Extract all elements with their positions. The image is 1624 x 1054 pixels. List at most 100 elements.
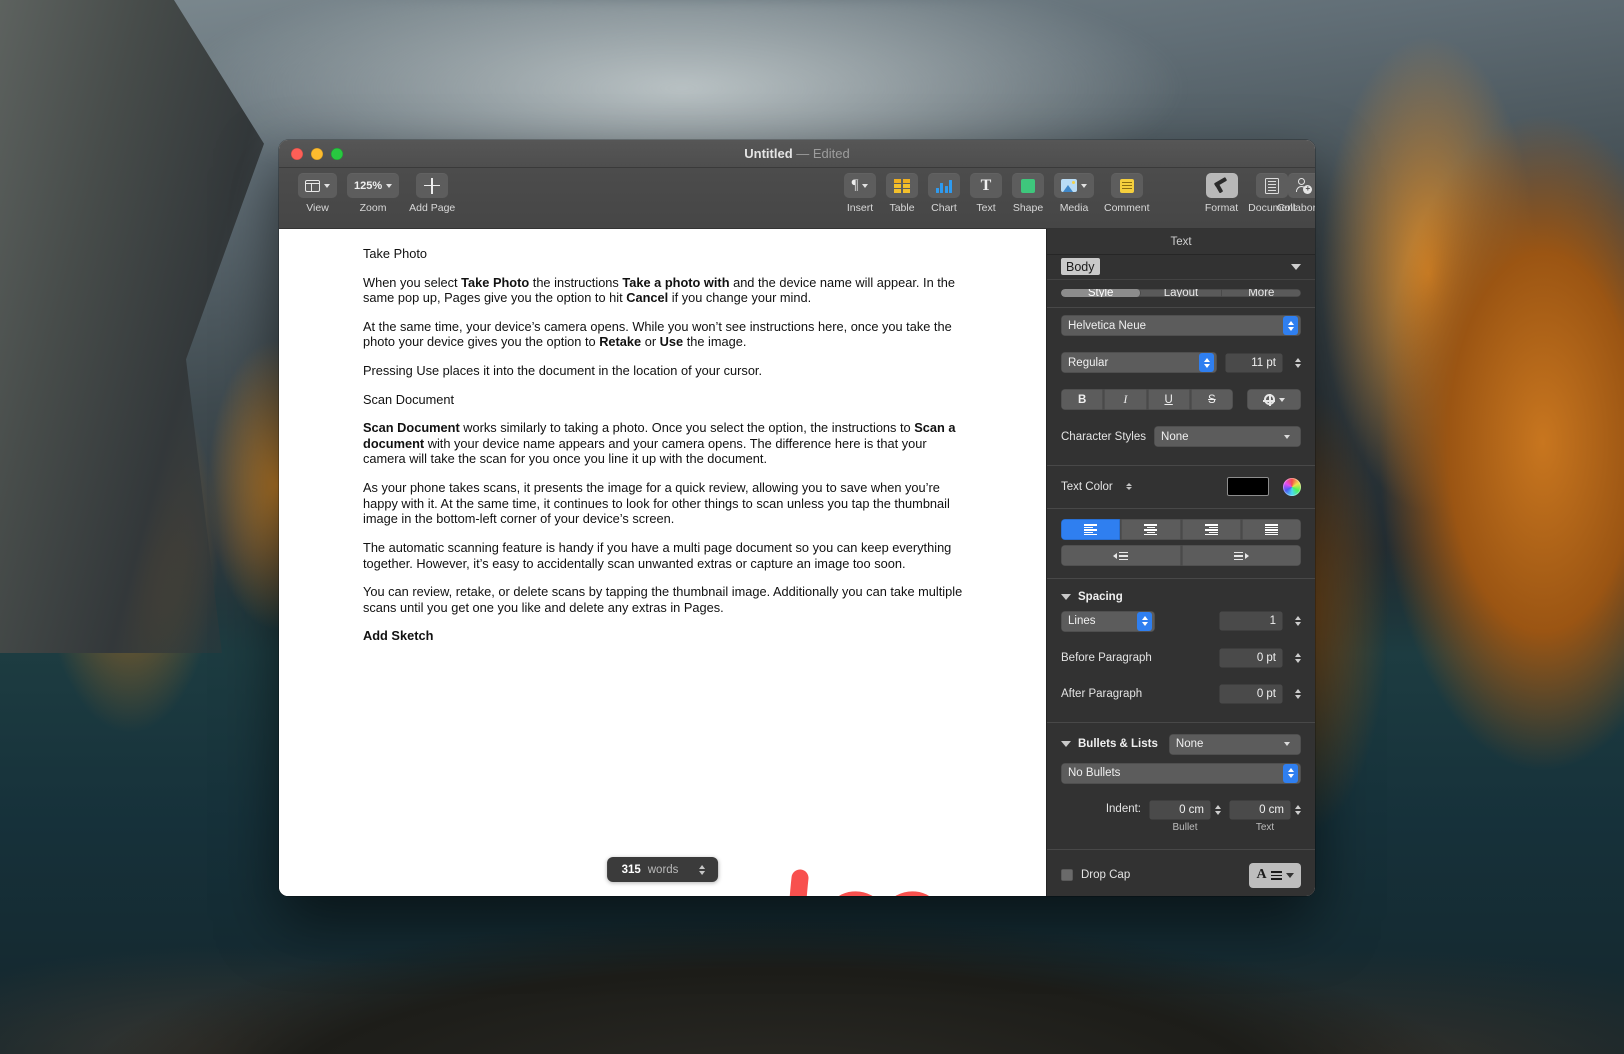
text-color-swatch[interactable] [1227, 477, 1269, 496]
bullets-title: Bullets & Lists [1078, 738, 1158, 750]
text-indent-value: 0 cm [1259, 804, 1284, 816]
toolbar-table-item[interactable]: Table [886, 173, 918, 214]
font-size-stepper[interactable] [1295, 358, 1301, 368]
table-button[interactable] [886, 173, 918, 198]
strikethrough-button[interactable]: S [1191, 389, 1233, 410]
maximize-button[interactable] [331, 148, 343, 160]
bar-chart-icon [936, 179, 952, 193]
paragraph-style-row[interactable]: Body [1047, 255, 1315, 279]
insert-button[interactable]: ¶ [844, 173, 876, 198]
comment-button[interactable] [1111, 173, 1143, 198]
document-text[interactable]: Take PhotoWhen you select Take Photo the… [279, 229, 1046, 644]
align-left-button[interactable] [1061, 519, 1121, 540]
tab-more[interactable]: More [1222, 289, 1301, 297]
spacing-group-header[interactable]: Spacing [1061, 591, 1301, 603]
text-color-row: Text Color [1061, 477, 1301, 496]
bullets-type-select[interactable]: No Bullets [1061, 763, 1301, 784]
comment-label: Comment [1104, 202, 1150, 214]
character-styles-select[interactable]: None [1154, 426, 1301, 447]
toolbar-document-item[interactable]: Document [1248, 173, 1296, 214]
text-options-button[interactable] [1247, 389, 1301, 410]
window-controls [291, 148, 343, 160]
line-spacing-number: 1 [1270, 615, 1276, 627]
before-paragraph-stepper[interactable] [1295, 653, 1301, 663]
document-icon [1265, 178, 1279, 194]
chevron-down-icon [1286, 873, 1294, 878]
before-paragraph-field[interactable]: 0 pt [1219, 648, 1283, 668]
disclosure-triangle-icon[interactable] [1061, 594, 1071, 600]
zoom-button[interactable]: 125% [347, 173, 399, 198]
toolbar-comment-item[interactable]: Comment [1104, 173, 1150, 214]
toolbar-zoom-item[interactable]: 125% Zoom [347, 173, 399, 214]
bullet-indent-stepper[interactable] [1215, 805, 1221, 815]
disclosure-triangle-icon[interactable] [1061, 741, 1071, 747]
increase-indent-button[interactable] [1182, 545, 1302, 566]
window-layout-icon [305, 180, 320, 192]
toolbar-view-item[interactable]: View [298, 173, 337, 214]
toolbar-shape-item[interactable]: Shape [1012, 173, 1044, 214]
line-spacing-stepper[interactable] [1295, 616, 1301, 626]
line-spacing-select[interactable]: Lines [1061, 611, 1155, 632]
add-page-button[interactable] [416, 173, 448, 198]
text-indent-stepper[interactable] [1295, 805, 1301, 815]
toolbar-text-item[interactable]: T Text [970, 173, 1002, 214]
window-title: Untitled — Edited [279, 146, 1315, 161]
media-label: Media [1060, 202, 1089, 214]
zoom-label: Zoom [360, 202, 387, 214]
view-button[interactable] [298, 173, 337, 198]
color-wheel-icon[interactable] [1283, 478, 1301, 496]
toolbar-insert-item[interactable]: ¶ Insert [844, 173, 876, 214]
document-canvas[interactable]: Take PhotoWhen you select Take Photo the… [279, 229, 1046, 896]
bullets-preset-select[interactable]: None [1169, 734, 1301, 755]
line-spacing-field[interactable]: 1 [1219, 611, 1283, 631]
bold-button[interactable]: B [1061, 389, 1104, 410]
font-family-select[interactable]: Helvetica Neue [1061, 315, 1301, 336]
toolbar-chart-item[interactable]: Chart [928, 173, 960, 214]
tab-layout[interactable]: Layout [1141, 289, 1221, 297]
media-button[interactable] [1054, 173, 1094, 198]
toolbar-addpage-item[interactable]: Add Page [409, 173, 455, 214]
close-button[interactable] [291, 148, 303, 160]
bullet-indent-field[interactable]: 0 cm [1149, 800, 1211, 820]
chevron-down-icon[interactable] [1291, 264, 1301, 270]
font-family-row: Helvetica Neue [1061, 315, 1301, 336]
shape-button[interactable] [1012, 173, 1044, 198]
bullets-group-header[interactable]: Bullets & Lists None [1061, 734, 1301, 755]
align-justify-button[interactable] [1242, 519, 1301, 540]
minimize-button[interactable] [311, 148, 323, 160]
word-count-stepper[interactable] [699, 865, 705, 875]
text-button[interactable]: T [970, 173, 1002, 198]
word-count-badge[interactable]: 315 words [607, 857, 719, 882]
toolbar-media-item[interactable]: Media [1054, 173, 1094, 214]
underline-button[interactable]: U [1148, 389, 1191, 410]
drop-cap-style-button[interactable]: A [1249, 863, 1301, 888]
toolbar-format-item[interactable]: Format [1205, 173, 1238, 214]
bold-run: Take a photo with [622, 275, 729, 290]
after-paragraph-field[interactable]: 0 pt [1219, 684, 1283, 704]
tab-style[interactable]: Style [1061, 289, 1141, 297]
window-body: Take PhotoWhen you select Take Photo the… [279, 229, 1315, 896]
align-center-button[interactable] [1121, 519, 1181, 540]
bullets-type-row: No Bullets [1061, 763, 1301, 784]
chart-button[interactable] [928, 173, 960, 198]
document-button[interactable] [1256, 173, 1288, 198]
bullets-indent-row: Indent: 0 cm Bullet 0 cm [1061, 800, 1301, 833]
font-size-field[interactable]: 11 pt [1225, 353, 1283, 373]
table-icon [894, 179, 910, 193]
font-weight-select[interactable]: Regular [1061, 352, 1217, 373]
drop-cap-checkbox[interactable] [1061, 869, 1073, 881]
bold-run: Scan Document [363, 420, 460, 435]
spacing-title: Spacing [1078, 591, 1123, 603]
after-paragraph-stepper[interactable] [1295, 689, 1301, 699]
text-indent-field[interactable]: 0 cm [1229, 800, 1291, 820]
chevron-down-icon [1081, 184, 1087, 188]
sidebar-header: Text [1047, 229, 1315, 255]
italic-button[interactable]: I [1104, 389, 1147, 410]
sort-arrows-icon[interactable] [1126, 483, 1132, 491]
decrease-indent-button[interactable] [1061, 545, 1182, 566]
chevron-down-icon [324, 184, 330, 188]
format-button[interactable] [1206, 173, 1238, 198]
align-right-button[interactable] [1182, 519, 1242, 540]
format-sidebar: Text Body Style Layout More Helvetica Ne… [1046, 229, 1315, 896]
chevron-down-icon [386, 184, 392, 188]
